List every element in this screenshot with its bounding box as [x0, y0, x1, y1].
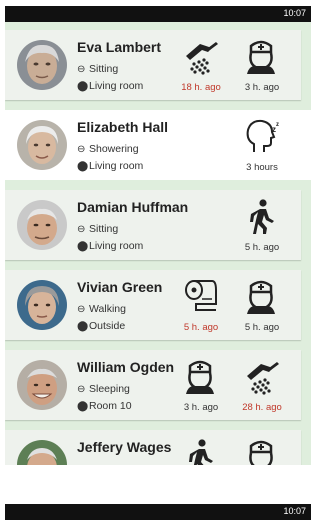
- alert-shower[interactable]: 18 h. ago: [175, 38, 227, 93]
- alert-time: 18 h. ago: [181, 82, 221, 93]
- nurse-icon: [184, 360, 216, 396]
- location-label: Outside: [89, 320, 126, 332]
- location-row: ⬤Living room: [77, 80, 143, 92]
- shower-icon: [186, 42, 218, 75]
- avatar: [17, 360, 67, 410]
- nurse-icon: [245, 280, 277, 316]
- avatar: [17, 280, 67, 330]
- resident-name: Elizabeth Hall: [77, 119, 169, 135]
- alert-time: 5 h. ago: [244, 242, 280, 253]
- alert-time: 3 h. ago: [183, 402, 219, 413]
- location-row: ⬤Room 10: [77, 400, 132, 412]
- alert-sleep[interactable]: 3 hours: [236, 118, 288, 173]
- location-pin-icon: ⬤: [77, 241, 89, 252]
- walking-icon: [189, 439, 213, 465]
- alert-nurse[interactable]: 5 h. ago: [236, 278, 288, 333]
- avatar: [17, 440, 67, 465]
- alert-toilet[interactable]: 5 h. ago: [175, 278, 227, 333]
- location-label: Living room: [89, 240, 144, 252]
- avatar: [17, 120, 67, 170]
- status-time: 10:07: [283, 506, 306, 516]
- resident-card-jeffery-wages[interactable]: Jeffery Wages: [5, 430, 301, 465]
- activity-icon: ⊖: [77, 64, 86, 75]
- alert-walking[interactable]: 5 h. ago: [236, 198, 288, 253]
- alert-time: 5 h. ago: [244, 322, 280, 333]
- walking-icon: [250, 199, 274, 234]
- status-bar-bottom: 10:07: [5, 504, 311, 520]
- alert-time: 28 h. ago: [242, 402, 282, 413]
- shower-icon: [247, 362, 279, 395]
- activity-icon: ⊖: [77, 384, 86, 395]
- resident-name: Jeffery Wages: [77, 439, 172, 455]
- activity-row: ⊖ Sitting: [77, 223, 118, 235]
- activity-row: ⊖ Walking: [77, 303, 126, 315]
- alert-nurse[interactable]: [236, 438, 288, 465]
- resident-name: Vivian Green: [77, 279, 163, 295]
- activity-icon: ⊖: [77, 224, 86, 235]
- resident-list[interactable]: Eva Lambert ⊖ Sitting ⬤Living room 18 h. …: [5, 22, 311, 465]
- activity-label: Showering: [89, 143, 139, 155]
- resident-name: William Ogden: [77, 359, 175, 375]
- activity-label: Sitting: [89, 63, 119, 75]
- location-label: Living room: [89, 80, 144, 92]
- resident-card-william-ogden[interactable]: William Ogden ⊖ Sleeping ⬤Room 10 3 h. ag…: [5, 350, 301, 420]
- status-time: 10:07: [283, 8, 306, 18]
- location-pin-icon: ⬤: [77, 161, 89, 172]
- resident-card-vivian-green[interactable]: Vivian Green ⊖ Walking ⬤Outside 5 h. ago …: [5, 270, 301, 340]
- resident-name: Damian Huffman: [77, 199, 189, 215]
- activity-label: Sleeping: [89, 383, 130, 395]
- sleep-head-icon: [246, 119, 280, 153]
- activity-row: ⊖ Showering: [77, 143, 139, 155]
- alert-shower[interactable]: 28 h. ago: [236, 358, 288, 413]
- location-row: ⬤Outside: [77, 320, 125, 332]
- location-row: ⬤Living room: [77, 160, 143, 172]
- nurse-icon: [245, 40, 277, 76]
- location-pin-icon: ⬤: [77, 321, 89, 332]
- alert-walking[interactable]: [175, 438, 227, 465]
- resident-card-eva-lambert[interactable]: Eva Lambert ⊖ Sitting ⬤Living room 18 h. …: [5, 30, 301, 100]
- avatar: [17, 40, 67, 90]
- toilet-paper-icon: [185, 280, 217, 311]
- activity-icon: ⊖: [77, 144, 86, 155]
- location-pin-icon: ⬤: [77, 401, 89, 412]
- alert-time: 5 h. ago: [183, 322, 219, 333]
- nurse-icon: [245, 440, 277, 465]
- location-label: Room 10: [89, 400, 132, 412]
- location-row: ⬤Living room: [77, 240, 143, 252]
- location-label: Living room: [89, 160, 144, 172]
- alert-time: 3 hours: [246, 162, 278, 173]
- alert-nurse[interactable]: 3 h. ago: [236, 38, 288, 93]
- activity-icon: ⊖: [77, 304, 86, 315]
- activity-label: Sitting: [89, 223, 119, 235]
- activity-row: ⊖ Sitting: [77, 63, 118, 75]
- resident-card-elizabeth-hall[interactable]: Elizabeth Hall ⊖ Showering ⬤Living room 3…: [5, 110, 311, 180]
- alert-time: 3 h. ago: [244, 82, 280, 93]
- alert-nurse[interactable]: 3 h. ago: [175, 358, 227, 413]
- activity-label: Walking: [89, 303, 126, 315]
- location-pin-icon: ⬤: [77, 81, 89, 92]
- resident-name: Eva Lambert: [77, 39, 162, 55]
- resident-card-damian-huffman[interactable]: Damian Huffman ⊖ Sitting ⬤Living room 5 h…: [5, 190, 301, 260]
- avatar: [17, 200, 67, 250]
- activity-row: ⊖ Sleeping: [77, 383, 130, 395]
- status-bar-top: 10:07: [5, 6, 311, 22]
